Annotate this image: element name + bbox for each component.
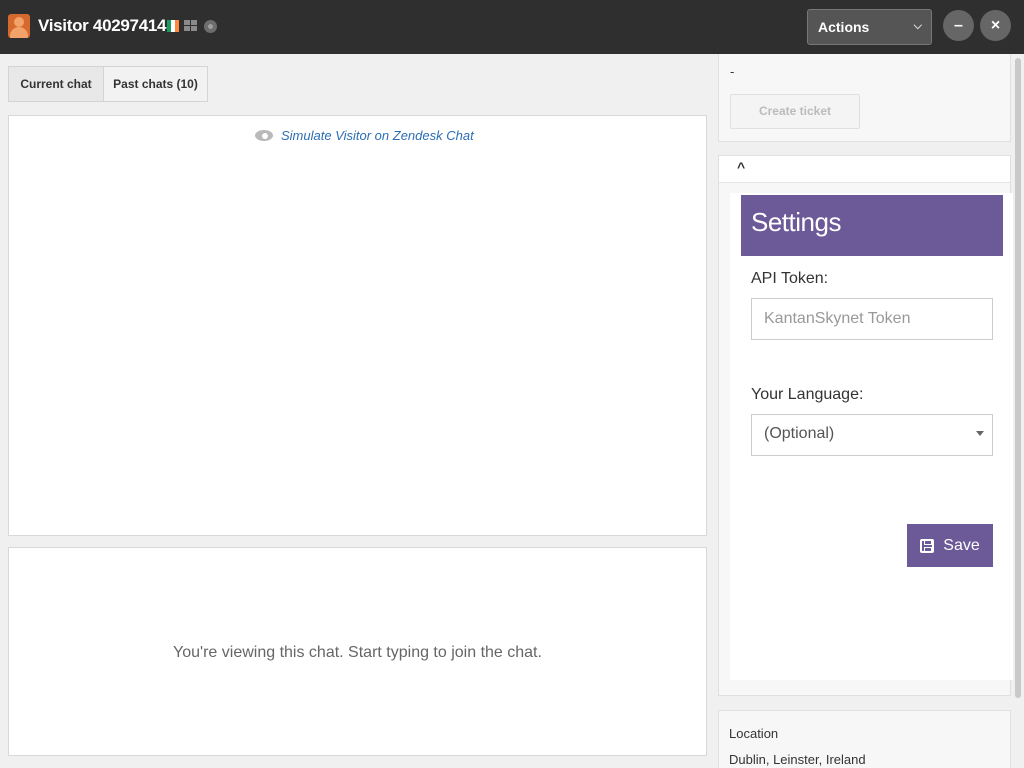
- location-panel: Location Dublin, Leinster, Ireland: [718, 710, 1011, 768]
- caret-down-icon: [976, 431, 984, 436]
- top-bar: Visitor 40297414 Actions ⌵ – ×: [0, 0, 1024, 54]
- create-ticket-button[interactable]: Create ticket: [730, 94, 860, 129]
- save-button[interactable]: Save: [907, 524, 993, 567]
- visitor-name: Visitor 40297414: [38, 16, 167, 35]
- sidebar-scrollbar[interactable]: [1014, 54, 1022, 768]
- chat-log: Simulate Visitor on Zendesk Chat: [8, 115, 707, 536]
- close-button[interactable]: ×: [980, 10, 1011, 41]
- scroll-thumb[interactable]: [1015, 58, 1021, 698]
- tab-past-chats[interactable]: Past chats (10): [103, 66, 208, 102]
- location-value: Dublin, Leinster, Ireland: [729, 752, 866, 767]
- simulate-visitor-link[interactable]: Simulate Visitor on Zendesk Chat: [255, 128, 474, 143]
- chrome-icon: [204, 20, 217, 33]
- minimize-button[interactable]: –: [943, 10, 974, 41]
- windows-icon: [184, 20, 198, 33]
- language-select[interactable]: (Optional): [751, 414, 993, 456]
- save-label: Save: [943, 536, 980, 554]
- api-token-input[interactable]: [751, 298, 993, 340]
- floppy-disk-icon: [920, 538, 935, 553]
- app-collapse-toggle[interactable]: ^: [719, 156, 1010, 183]
- chevron-down-icon: ⌵: [913, 20, 922, 32]
- ticket-placeholder-dash: -: [730, 64, 735, 79]
- chat-input-area[interactable]: You're viewing this chat. Start typing t…: [8, 547, 707, 756]
- language-selected-value: (Optional): [764, 425, 835, 442]
- ticket-panel: - Create ticket: [718, 54, 1011, 142]
- location-title: Location: [729, 726, 779, 741]
- chevron-up-icon: ^: [737, 159, 746, 175]
- api-token-label: API Token:: [751, 270, 829, 287]
- ireland-flag-icon: [167, 20, 179, 32]
- language-label: Your Language:: [751, 386, 864, 403]
- actions-label: Actions: [818, 19, 870, 35]
- actions-dropdown[interactable]: Actions ⌵: [807, 9, 932, 45]
- simulate-visitor-label: Simulate Visitor on Zendesk Chat: [281, 128, 474, 143]
- join-chat-message: You're viewing this chat. Start typing t…: [173, 644, 542, 661]
- settings-title: Settings: [741, 195, 1003, 256]
- settings-app: Settings API Token: Your Language: (Opti…: [730, 193, 1013, 680]
- app-panel: ^ Settings API Token: Your Language: (Op…: [718, 155, 1013, 696]
- eye-icon: [255, 129, 275, 142]
- tab-current-chat[interactable]: Current chat: [8, 66, 104, 102]
- visitor-avatar-icon: [8, 14, 30, 38]
